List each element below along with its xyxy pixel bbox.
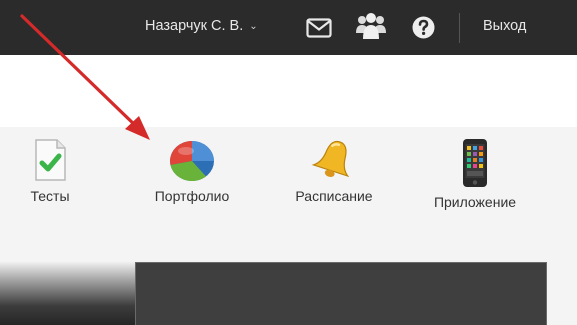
module-schedule[interactable]: Расписание	[284, 138, 384, 204]
module-label: Расписание	[295, 188, 373, 204]
bottom-gradient-area	[0, 262, 135, 325]
topbar-divider	[459, 13, 460, 43]
top-navigation-bar: Назарчук С. В. ⌄ Выход	[0, 0, 577, 55]
module-label: Портфолио	[154, 188, 230, 204]
pie-chart-icon	[170, 141, 214, 182]
module-application[interactable]: Приложение	[425, 138, 525, 210]
chevron-down-icon[interactable]: ⌄	[249, 21, 257, 32]
mail-icon[interactable]	[306, 18, 332, 38]
people-icon[interactable]	[355, 13, 387, 41]
bottom-dark-panel	[135, 262, 547, 325]
user-menu[interactable]: Назарчук С. В. ⌄	[145, 18, 258, 34]
module-tests[interactable]: Тесты	[0, 138, 100, 204]
logout-link[interactable]: Выход	[483, 18, 526, 34]
bell-icon	[311, 140, 350, 178]
module-label: Приложение	[433, 194, 517, 210]
content-panel-top	[10, 55, 577, 127]
user-name[interactable]: Назарчук С. В.	[145, 18, 243, 34]
phone-icon	[463, 139, 487, 187]
test-check-icon	[35, 139, 66, 181]
help-icon[interactable]	[412, 16, 435, 39]
module-portfolio[interactable]: Портфолио	[142, 138, 242, 204]
bottom-right-strip	[547, 262, 577, 325]
module-label: Тесты	[30, 188, 70, 204]
